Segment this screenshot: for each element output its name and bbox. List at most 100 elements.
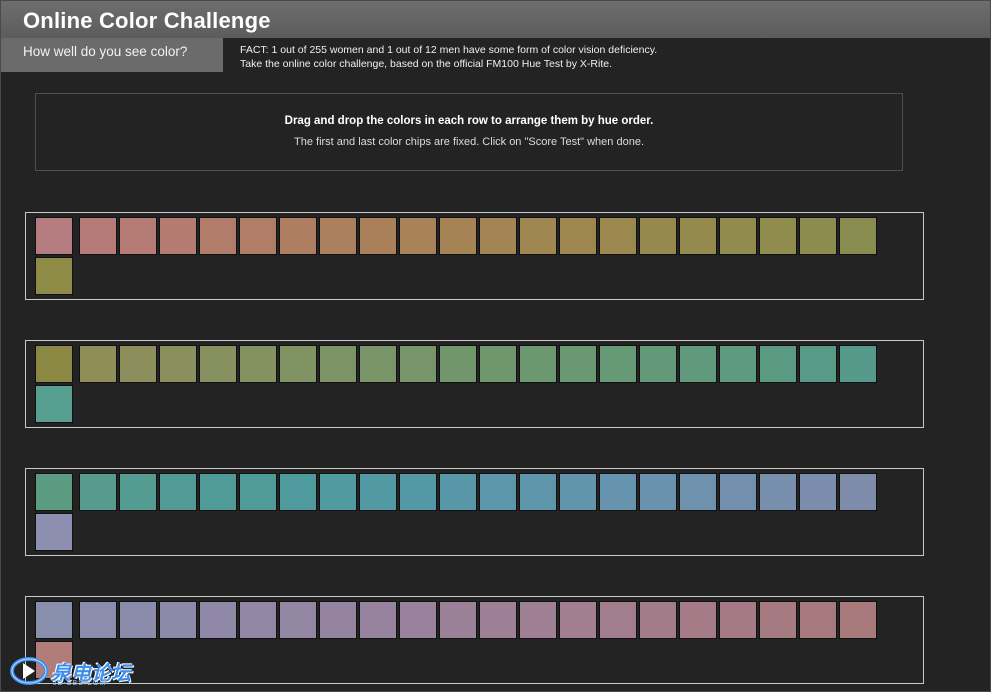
color-chip[interactable]	[719, 345, 757, 383]
color-chip[interactable]	[399, 345, 437, 383]
color-chip[interactable]	[159, 601, 197, 639]
hue-row-1	[25, 212, 924, 300]
fixed-end-chip	[35, 257, 73, 295]
color-chip[interactable]	[479, 473, 517, 511]
color-chip[interactable]	[359, 345, 397, 383]
color-chip[interactable]	[719, 601, 757, 639]
color-chip[interactable]	[479, 217, 517, 255]
color-challenge-app: Online Color Challenge How well do you s…	[0, 0, 991, 692]
color-chip[interactable]	[519, 601, 557, 639]
title-bar: Online Color Challenge	[1, 1, 990, 38]
color-chip[interactable]	[719, 473, 757, 511]
color-chip[interactable]	[559, 473, 597, 511]
fixed-start-chip	[35, 601, 73, 639]
color-chip[interactable]	[679, 601, 717, 639]
watermark-logo-icon	[10, 657, 48, 685]
color-chip[interactable]	[319, 601, 357, 639]
fixed-start-chip	[35, 473, 73, 511]
color-chip[interactable]	[479, 601, 517, 639]
color-chip[interactable]	[79, 473, 117, 511]
color-chip[interactable]	[479, 345, 517, 383]
subtitle-panel: How well do you see color?	[1, 38, 223, 72]
page-subtitle: How well do you see color?	[23, 44, 188, 59]
color-chip[interactable]	[639, 217, 677, 255]
color-chip[interactable]	[319, 473, 357, 511]
color-chip[interactable]	[119, 473, 157, 511]
color-chip[interactable]	[239, 473, 277, 511]
color-chip[interactable]	[79, 217, 117, 255]
color-chip[interactable]	[639, 473, 677, 511]
color-chip[interactable]	[399, 217, 437, 255]
color-chip[interactable]	[759, 473, 797, 511]
color-chip[interactable]	[319, 345, 357, 383]
color-chip[interactable]	[639, 345, 677, 383]
color-chip[interactable]	[639, 601, 677, 639]
color-chip[interactable]	[759, 217, 797, 255]
instructions-panel: Drag and drop the colors in each row to …	[35, 93, 903, 171]
color-chip[interactable]	[439, 217, 477, 255]
color-chip[interactable]	[279, 601, 317, 639]
color-chip[interactable]	[239, 217, 277, 255]
color-chip[interactable]	[599, 601, 637, 639]
color-chip[interactable]	[159, 345, 197, 383]
color-chip[interactable]	[79, 601, 117, 639]
hue-row-2	[25, 340, 924, 428]
color-chip[interactable]	[239, 345, 277, 383]
color-chip[interactable]	[199, 601, 237, 639]
color-chip[interactable]	[519, 345, 557, 383]
color-chip[interactable]	[119, 601, 157, 639]
color-chip[interactable]	[359, 217, 397, 255]
color-chip[interactable]	[159, 217, 197, 255]
color-chip[interactable]	[759, 345, 797, 383]
forum-watermark: 泉电论坛 JD-BBS.COM	[9, 653, 134, 689]
page-title: Online Color Challenge	[23, 8, 271, 33]
color-chip[interactable]	[839, 345, 877, 383]
color-chip[interactable]	[399, 601, 437, 639]
color-chip[interactable]	[559, 601, 597, 639]
fixed-end-chip	[35, 385, 73, 423]
color-chip[interactable]	[799, 473, 837, 511]
color-chip[interactable]	[839, 473, 877, 511]
color-chip[interactable]	[799, 601, 837, 639]
color-chip[interactable]	[679, 473, 717, 511]
color-chip[interactable]	[679, 217, 717, 255]
color-chip[interactable]	[279, 473, 317, 511]
color-chip[interactable]	[359, 601, 397, 639]
color-chip[interactable]	[799, 217, 837, 255]
color-chip[interactable]	[279, 217, 317, 255]
color-chip[interactable]	[439, 473, 477, 511]
color-chip[interactable]	[559, 345, 597, 383]
color-chip[interactable]	[199, 345, 237, 383]
color-chip[interactable]	[799, 345, 837, 383]
color-chip[interactable]	[839, 217, 877, 255]
color-chip[interactable]	[599, 217, 637, 255]
color-chip[interactable]	[119, 217, 157, 255]
color-chip[interactable]	[199, 217, 237, 255]
color-chip[interactable]	[559, 217, 597, 255]
color-chip[interactable]	[399, 473, 437, 511]
color-chip[interactable]	[159, 473, 197, 511]
color-chip[interactable]	[439, 601, 477, 639]
color-chip[interactable]	[319, 217, 357, 255]
color-chip[interactable]	[439, 345, 477, 383]
color-chip[interactable]	[279, 345, 317, 383]
fixed-end-chip	[35, 513, 73, 551]
fact-line-2: Take the online color challenge, based o…	[240, 58, 612, 70]
color-chip[interactable]	[599, 473, 637, 511]
color-chip[interactable]	[239, 601, 277, 639]
color-chip[interactable]	[119, 345, 157, 383]
color-chip[interactable]	[599, 345, 637, 383]
color-chip[interactable]	[719, 217, 757, 255]
color-chip[interactable]	[199, 473, 237, 511]
color-chip[interactable]	[679, 345, 717, 383]
fixed-start-chip	[35, 345, 73, 383]
color-chip[interactable]	[839, 601, 877, 639]
color-chip[interactable]	[79, 345, 117, 383]
hue-row-3	[25, 468, 924, 556]
color-chip[interactable]	[359, 473, 397, 511]
color-chip[interactable]	[519, 217, 557, 255]
hue-row-4	[25, 596, 924, 684]
color-chip[interactable]	[759, 601, 797, 639]
instructions-detail: The first and last color chips are fixed…	[294, 136, 644, 148]
color-chip[interactable]	[519, 473, 557, 511]
